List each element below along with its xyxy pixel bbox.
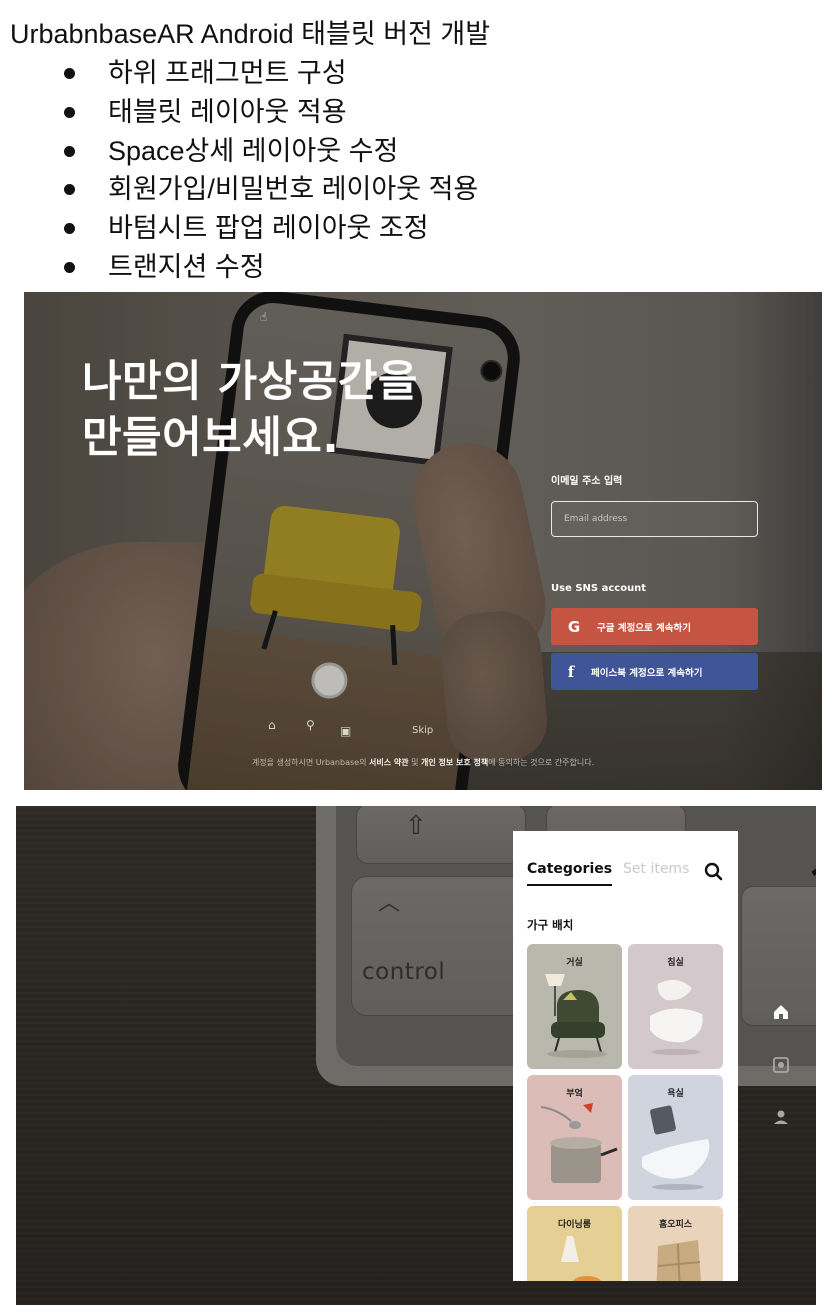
skip-link[interactable]: Skip — [412, 725, 433, 736]
bullet-icon — [64, 261, 75, 273]
section-title: 가구 배치 — [527, 918, 574, 932]
bullet-icon — [64, 223, 75, 235]
terms-text: 에 동의하는 것으로 간주합니다. — [488, 758, 595, 767]
category-card-home-office[interactable]: 홈오피스 — [628, 1206, 723, 1281]
facebook-login-button[interactable]: f 페이스북 계정으로 계속하기 — [551, 653, 758, 690]
category-label: 홈오피스 — [658, 1220, 693, 1230]
email-field[interactable] — [551, 501, 758, 537]
category-label: 거실 — [566, 958, 583, 968]
bullet-icon — [64, 68, 75, 79]
category-card-dining[interactable]: 다이닝룸 — [527, 1206, 622, 1281]
task-list: 하위 프래그먼트 구성 태블릿 레이아웃 적용 Space상세 레이아웃 수정 … — [60, 56, 478, 289]
category-card-living[interactable]: 거실 — [527, 944, 622, 1069]
google-icon: G — [567, 617, 581, 636]
task-item: 태블릿 레이아웃 적용 — [60, 95, 478, 134]
task-label: 하위 프래그먼트 구성 — [108, 58, 347, 88]
side-nav — [766, 991, 796, 1138]
category-card-kitchen[interactable]: 부엌 — [527, 1075, 622, 1200]
box-icon: ▣ — [340, 724, 352, 738]
task-item: Space상세 레이아웃 수정 — [60, 134, 478, 173]
tab-categories[interactable]: Categories — [527, 861, 613, 886]
terms-of-service-link[interactable]: 서비스 약관 — [369, 758, 409, 767]
hand-pointer-icon: ☝ — [260, 310, 268, 324]
bullet-icon — [64, 145, 75, 157]
category-label: 부엌 — [566, 1089, 583, 1099]
tab-bar: Categories Set items — [527, 861, 727, 891]
headline-line: 만들어보세요. — [82, 413, 340, 463]
task-item: 바텀시트 팝업 레이아웃 조정 — [60, 211, 478, 250]
category-label: 욕실 — [667, 1089, 684, 1099]
page-title: UrbabnbaseAR Android 태블릿 버전 개발 — [10, 19, 491, 49]
search-icon: ⚲ — [306, 718, 315, 732]
hero-headline: 나만의 가상공간을 만들어보세요. — [82, 354, 418, 466]
privacy-policy-link[interactable]: 개인 정보 보호 정책 — [421, 758, 488, 767]
task-label: 바텀시트 팝업 레이아웃 조정 — [108, 213, 429, 244]
sns-label: Use SNS account — [551, 583, 647, 594]
google-login-button[interactable]: G 구글 계정으로 계속하기 — [551, 608, 758, 645]
task-item: 회원가입/비밀번호 레이아웃 적용 — [60, 172, 478, 211]
tab-set-items[interactable]: Set items — [623, 861, 689, 877]
category-card-bathroom[interactable]: 욕실 — [628, 1075, 723, 1200]
bullet-icon — [64, 184, 75, 196]
search-icon[interactable] — [703, 861, 725, 883]
home-icon: ⌂ — [268, 718, 276, 732]
category-label: 다이닝룸 — [557, 1220, 592, 1230]
task-label: 트랜지션 수정 — [108, 251, 265, 282]
task-label: Space상세 레이아웃 수정 — [108, 135, 399, 166]
task-item: 하위 프래그먼트 구성 — [60, 56, 478, 95]
facebook-icon: f — [567, 662, 575, 681]
headline-line: 나만의 가상공간을 — [82, 357, 418, 407]
category-card-bedroom[interactable]: 침실 — [628, 944, 723, 1069]
terms-notice: 계정을 생성하시면 Urbanbase의 서비스 약관 및 개인 정보 보호 정… — [24, 757, 822, 768]
bullet-icon — [64, 106, 75, 118]
task-item: 트랜지션 수정 — [60, 250, 478, 289]
facebook-login-label: 페이스북 계정으로 계속하기 — [591, 667, 703, 679]
user-icon[interactable] — [766, 1103, 796, 1133]
task-label: 회원가입/비밀번호 레이아웃 적용 — [108, 174, 479, 205]
signup-form: 이메일 주소 입력 Use SNS account G 구글 계정으로 계속하기… — [551, 472, 759, 690]
home-icon[interactable] — [766, 997, 796, 1027]
task-label: 태블릿 레이아웃 적용 — [108, 96, 347, 127]
email-label: 이메일 주소 입력 — [551, 476, 623, 487]
ar-scan-icon[interactable] — [766, 1050, 796, 1080]
category-label: 침실 — [667, 958, 684, 968]
login-screenshot: ☝ ⌂ ⚲ ▣ 나만의 가상공간을 만들어보세요. 이메일 주소 입력 Use … — [24, 292, 822, 790]
terms-text: 계정을 생성하시면 Urbanbase의 — [251, 758, 369, 767]
category-panel: Categories Set items 가구 배치 거실 침실 부엌 욕실 다… — [513, 831, 738, 1281]
google-login-label: 구글 계정으로 계속하기 — [597, 622, 692, 634]
catalog-screenshot: ⇧ ︿ control Categories Set items 가구 배치 거… — [16, 806, 816, 1305]
terms-text: 및 — [408, 758, 422, 767]
